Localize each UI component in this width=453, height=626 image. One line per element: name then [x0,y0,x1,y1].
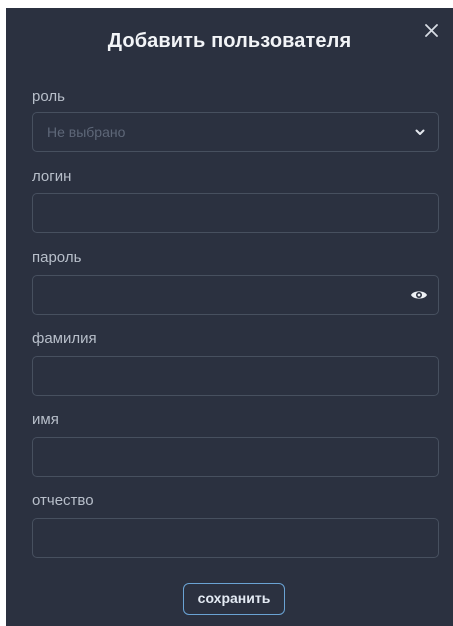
lastname-label: фамилия [32,330,97,347]
patronymic-label: отчество [32,492,94,509]
patronymic-field[interactable] [32,518,439,558]
role-label: роль [32,88,65,105]
password-input[interactable] [33,276,438,314]
dialog-title: Добавить пользователя [107,30,352,52]
password-field[interactable] [32,275,439,315]
firstname-field[interactable] [32,437,439,477]
login-input[interactable] [33,194,438,232]
add-user-dialog: Добавить пользователя роль Не выбрано ло… [6,8,453,626]
password-label: пароль [32,249,82,266]
role-select-value: Не выбрано [47,124,126,140]
firstname-input[interactable] [33,438,438,476]
chevron-down-icon [415,129,425,135]
login-label: логин [32,168,72,185]
lastname-field[interactable] [32,356,439,396]
lastname-input[interactable] [33,357,438,395]
patronymic-input[interactable] [33,519,438,557]
role-select[interactable]: Не выбрано [32,112,439,152]
eye-icon[interactable] [410,287,428,303]
save-button[interactable]: сохранить [183,583,285,615]
firstname-label: имя [32,411,59,428]
login-field[interactable] [32,193,439,233]
